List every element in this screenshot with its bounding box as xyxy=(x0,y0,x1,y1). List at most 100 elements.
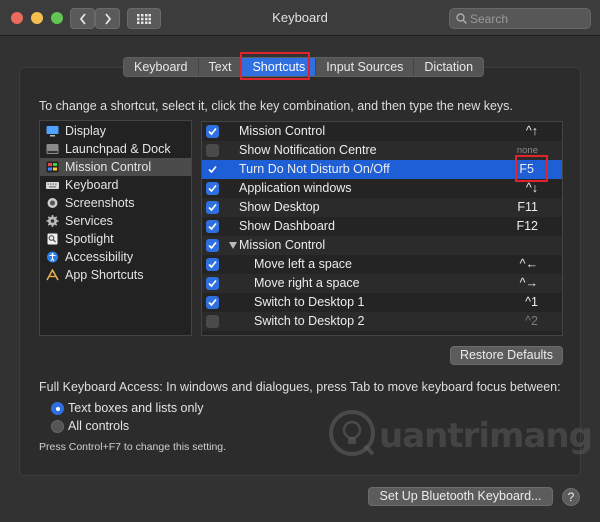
shortcut-group-row[interactable]: Mission Control xyxy=(202,236,562,255)
shortcut-name: Show Dashboard xyxy=(239,219,335,233)
restore-defaults-button[interactable]: Restore Defaults xyxy=(450,346,563,365)
shortcut-key[interactable]: ^2 xyxy=(525,314,538,328)
category-accessibility[interactable]: Accessibility xyxy=(40,248,191,266)
shortcut-name: Show Notification Centre xyxy=(239,143,377,157)
help-button[interactable]: ? xyxy=(562,488,580,506)
category-label: Spotlight xyxy=(65,232,114,246)
checkmark-icon xyxy=(208,222,217,231)
category-spotlight[interactable]: Spotlight xyxy=(40,230,191,248)
category-keyboard[interactable]: Keyboard xyxy=(40,176,191,194)
radio-label[interactable]: Text boxes and lists only xyxy=(68,401,204,415)
category-screenshots[interactable]: Screenshots xyxy=(40,194,191,212)
mission-control-icon xyxy=(46,161,59,173)
shortcut-key[interactable]: F11 xyxy=(517,200,538,214)
shortcut-key[interactable]: ^→ xyxy=(520,276,538,290)
shortcut-row[interactable]: Show Notification Centre none xyxy=(202,141,562,160)
launchpad-icon xyxy=(46,144,59,154)
shortcut-row-selected[interactable]: Turn Do Not Disturb On/Off F5 xyxy=(202,160,562,179)
category-label: Keyboard xyxy=(65,178,119,192)
search-field[interactable] xyxy=(449,8,591,29)
category-services[interactable]: Services xyxy=(40,212,191,230)
instruction-text: To change a shortcut, select it, click t… xyxy=(39,99,513,113)
shortcut-row[interactable]: Show Desktop F11 xyxy=(202,198,562,217)
shortcut-row[interactable]: Move left a space ^← xyxy=(202,255,562,274)
shortcut-name: Move right a space xyxy=(254,276,360,290)
shortcut-row[interactable]: Switch to Desktop 2 ^2 xyxy=(202,312,562,331)
shortcut-name: Turn Do Not Disturb On/Off xyxy=(239,162,390,176)
keyboard-preferences-window: Keyboard Keyboard Text Shortcuts Input S… xyxy=(0,0,600,522)
shortcut-row[interactable]: Mission Control ^↑ xyxy=(202,122,562,141)
shortcut-checkbox[interactable] xyxy=(206,220,219,233)
shortcut-checkbox[interactable] xyxy=(206,125,219,138)
keyboard-icon xyxy=(46,182,59,189)
category-label: Launchpad & Dock xyxy=(65,142,171,156)
watermark-logo: uantrimang xyxy=(327,408,593,460)
shortcut-name: Mission Control xyxy=(239,124,326,138)
category-app-shortcuts[interactable]: App Shortcuts xyxy=(40,266,191,284)
tab-text[interactable]: Text xyxy=(199,58,243,76)
shortcut-checkbox[interactable] xyxy=(206,296,219,309)
shortcut-name: Switch to Desktop 2 xyxy=(254,314,365,328)
category-mission-control[interactable]: Mission Control xyxy=(40,158,191,176)
shortcut-row[interactable]: Application windows ^↓ xyxy=(202,179,562,198)
shortcut-checkbox[interactable] xyxy=(206,144,219,157)
checkmark-icon xyxy=(208,241,217,250)
checkmark-icon xyxy=(208,279,217,288)
category-list: Display Launchpad & Dock Mission Control… xyxy=(39,120,192,336)
shortcut-checkbox[interactable] xyxy=(206,258,219,271)
shortcut-name: Move left a space xyxy=(254,257,352,271)
shortcut-group-name: Mission Control xyxy=(239,238,326,252)
shortcut-row[interactable]: Switch to Desktop 1 ^1 xyxy=(202,293,562,312)
category-label: Accessibility xyxy=(65,250,134,264)
shortcut-key[interactable]: ^1 xyxy=(525,295,538,309)
tab-dictation[interactable]: Dictation xyxy=(414,58,483,76)
shortcut-key[interactable]: ^↓ xyxy=(526,181,538,195)
checkmark-icon xyxy=(208,127,217,136)
app-shortcuts-icon xyxy=(46,269,59,281)
shortcut-key[interactable]: F12 xyxy=(516,219,538,233)
tab-keyboard[interactable]: Keyboard xyxy=(124,58,199,76)
shortcut-checkbox[interactable] xyxy=(206,239,219,252)
checkmark-icon xyxy=(208,298,217,307)
radio-text-boxes-lists[interactable] xyxy=(51,402,64,415)
shortcut-key[interactable]: ^← xyxy=(520,257,538,271)
checkmark-icon xyxy=(208,260,217,269)
title-bar: Keyboard xyxy=(0,0,600,36)
shortcut-checkbox[interactable] xyxy=(206,315,219,328)
shortcut-row[interactable]: Move right a space ^→ xyxy=(202,274,562,293)
f5-key-highlight-box xyxy=(515,155,548,182)
category-launchpad-dock[interactable]: Launchpad & Dock xyxy=(40,140,191,158)
shortcut-name: Show Desktop xyxy=(239,200,320,214)
full-keyboard-access-label: Full Keyboard Access: In windows and dia… xyxy=(39,380,561,394)
category-label: Mission Control xyxy=(65,160,152,174)
shortcut-name: Application windows xyxy=(239,181,352,195)
shortcut-key[interactable]: ^↑ xyxy=(526,124,538,138)
radio-label[interactable]: All controls xyxy=(68,419,129,433)
shortcut-checkbox[interactable] xyxy=(206,163,219,176)
watermark-text: uantrimang xyxy=(379,416,593,456)
lightbulb-logo-icon xyxy=(329,410,375,456)
category-label: Screenshots xyxy=(65,196,135,210)
spotlight-icon xyxy=(47,233,58,245)
accessibility-icon xyxy=(47,251,58,263)
shortcuts-tab-highlight-box xyxy=(240,52,310,80)
display-icon xyxy=(46,126,59,137)
category-display[interactable]: Display xyxy=(40,122,191,140)
shortcut-name: Switch to Desktop 1 xyxy=(254,295,365,309)
search-input[interactable] xyxy=(470,11,588,27)
radio-all-controls[interactable] xyxy=(51,420,64,433)
shortcut-checkbox[interactable] xyxy=(206,182,219,195)
gear-icon xyxy=(46,215,59,227)
control-f7-hint: Press Control+F7 to change this setting. xyxy=(39,441,227,453)
shortcut-row[interactable]: Show Dashboard F12 xyxy=(202,217,562,236)
setup-bluetooth-keyboard-button[interactable]: Set Up Bluetooth Keyboard... xyxy=(368,487,553,506)
checkmark-icon xyxy=(208,203,217,212)
category-label: Services xyxy=(65,214,113,228)
shortcut-checkbox[interactable] xyxy=(206,277,219,290)
shortcut-checkbox[interactable] xyxy=(206,201,219,214)
category-label: Display xyxy=(65,124,106,138)
screenshots-icon xyxy=(47,198,58,208)
disclosure-triangle-icon[interactable] xyxy=(229,242,237,249)
search-icon xyxy=(456,13,467,24)
tab-input-sources[interactable]: Input Sources xyxy=(316,58,415,76)
